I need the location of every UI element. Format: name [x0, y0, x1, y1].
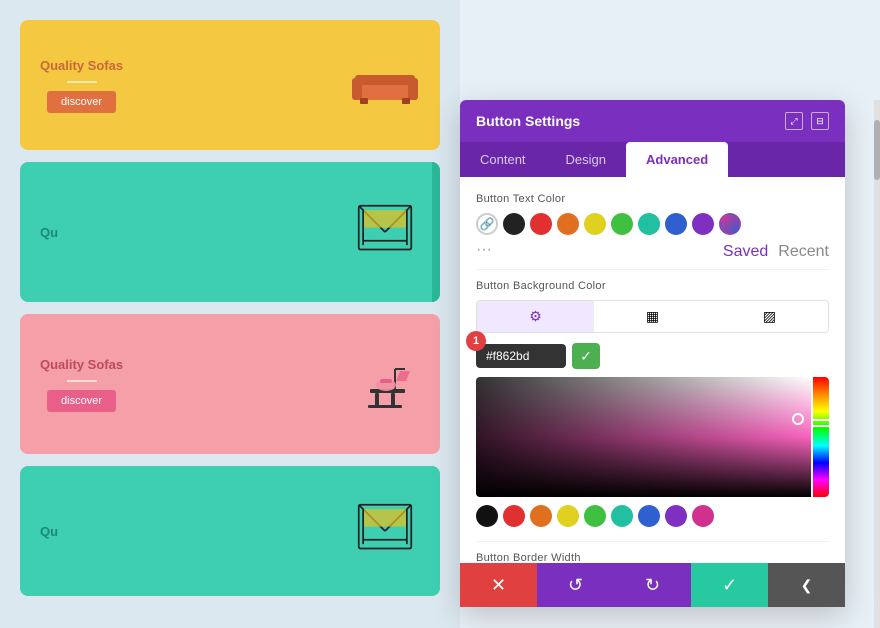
card-teal-badge: [432, 162, 440, 302]
hue-handle[interactable]: [811, 419, 829, 427]
gradient-icon-bg: ▦: [646, 308, 659, 325]
swatch-black-text[interactable]: [503, 213, 525, 235]
divider-2: [476, 541, 829, 542]
card-pink-divider: [67, 380, 97, 382]
collapse-button[interactable]: ❮: [768, 563, 845, 607]
text-color-label: Button Text Color: [476, 193, 829, 205]
bg-color-label: Button Background Color: [476, 280, 829, 292]
swatch-yellow-text[interactable]: [584, 213, 606, 235]
discover-button-yellow[interactable]: discover: [47, 91, 116, 113]
card-teal-1-title: Qu: [40, 225, 58, 240]
swatch-teal-text[interactable]: [638, 213, 660, 235]
desk-icon: [350, 349, 420, 419]
swatch-red-text[interactable]: [530, 213, 552, 235]
swatch-gradient-text[interactable]: [719, 213, 741, 235]
panel-columns-button[interactable]: ⊟: [811, 112, 829, 130]
bottom-swatch-orange[interactable]: [530, 505, 552, 527]
swatch-purple-text[interactable]: [692, 213, 714, 235]
bg-tab-solid[interactable]: ⚙: [477, 301, 594, 332]
bg-color-section: Button Background Color ⚙ ▦ ▨ 1 ✓: [476, 280, 829, 527]
tab-advanced[interactable]: Advanced: [626, 142, 728, 177]
gear-icon-bg: ⚙: [529, 308, 542, 325]
redo-button[interactable]: ↻: [614, 563, 691, 607]
hex-confirm-button[interactable]: ✓: [572, 343, 600, 369]
gradient-main: [476, 377, 811, 497]
bottom-swatch-pink[interactable]: [692, 505, 714, 527]
scrollbar-thumb[interactable]: [874, 120, 880, 180]
tent-icon-2: [350, 496, 420, 566]
card-pink: Quality Sofas discover: [20, 314, 440, 454]
tab-design[interactable]: Design: [546, 142, 626, 177]
card-teal-1: Qu: [20, 162, 440, 302]
color-badge: 1: [466, 331, 486, 351]
tent-icon: [350, 197, 420, 267]
panel-header: Button Settings ⤢ ⊟: [460, 100, 845, 142]
swatch-blue-text[interactable]: [665, 213, 687, 235]
swatch-transparent-text[interactable]: 🔗: [476, 213, 498, 235]
color-picker: 1 ✓: [476, 343, 829, 527]
card-pink-title: Quality Sofas: [40, 357, 123, 372]
text-color-section: Button Text Color 🔗 ··· Saved Re: [476, 193, 829, 263]
card-teal-2-left: Qu: [40, 524, 58, 539]
bg-tab-image[interactable]: ▨: [711, 301, 828, 332]
panel-header-icons: ⤢ ⊟: [785, 112, 829, 130]
panel-title: Button Settings: [476, 113, 580, 129]
action-bar: ✕ ↺ ↻ ✓ ❮: [460, 563, 845, 607]
saved-link[interactable]: Saved: [723, 243, 768, 261]
bg-tab-gradient[interactable]: ▦: [594, 301, 711, 332]
recent-link[interactable]: Recent: [778, 243, 829, 261]
bg-type-tabs: ⚙ ▦ ▨: [476, 300, 829, 333]
bottom-swatch-teal[interactable]: [611, 505, 633, 527]
bottom-swatch-yellow[interactable]: [557, 505, 579, 527]
image-icon-bg: ▨: [763, 308, 776, 325]
card-teal-2: Qu: [20, 466, 440, 596]
settings-panel: Button Settings ⤢ ⊟ Content Design Advan…: [460, 100, 845, 607]
bottom-swatch-purple[interactable]: [665, 505, 687, 527]
picker-handle[interactable]: [792, 413, 804, 425]
hex-input[interactable]: [476, 344, 566, 368]
more-dots-text[interactable]: ···: [476, 241, 492, 259]
panel-resize-button[interactable]: ⤢: [785, 112, 803, 130]
sofa-icon: [350, 50, 420, 120]
cancel-button[interactable]: ✕: [460, 563, 537, 607]
saved-recent-row: Saved Recent: [723, 243, 829, 261]
hex-input-row: ✓: [476, 343, 829, 369]
panel-tabs: Content Design Advanced: [460, 142, 845, 177]
divider-1: [476, 269, 829, 270]
gradient-canvas[interactable]: [476, 377, 829, 497]
card-teal-1-left: Qu: [40, 225, 58, 240]
hue-slider[interactable]: [813, 377, 829, 497]
bottom-swatch-green[interactable]: [584, 505, 606, 527]
text-color-swatches: 🔗: [476, 213, 829, 235]
card-yellow: Quality Sofas discover: [20, 20, 440, 150]
card-teal-2-title: Qu: [40, 524, 58, 539]
card-yellow-divider: [67, 81, 97, 83]
swatch-orange-text[interactable]: [557, 213, 579, 235]
bottom-swatch-blue[interactable]: [638, 505, 660, 527]
card-yellow-left: Quality Sofas discover: [40, 58, 123, 113]
discover-button-pink[interactable]: discover: [47, 390, 116, 412]
canvas-area: Quality Sofas discover Qu: [0, 0, 460, 628]
tab-content[interactable]: Content: [460, 142, 546, 177]
bottom-swatch-red[interactable]: [503, 505, 525, 527]
card-pink-left: Quality Sofas discover: [40, 357, 123, 412]
swatch-green-text[interactable]: [611, 213, 633, 235]
card-yellow-title: Quality Sofas: [40, 58, 123, 73]
undo-button[interactable]: ↺: [537, 563, 614, 607]
bottom-color-row: [476, 505, 829, 527]
panel-body: Button Text Color 🔗 ··· Saved Re: [460, 177, 845, 607]
bottom-swatch-black[interactable]: [476, 505, 498, 527]
ok-button[interactable]: ✓: [691, 563, 768, 607]
scrollbar-track: [874, 100, 880, 628]
